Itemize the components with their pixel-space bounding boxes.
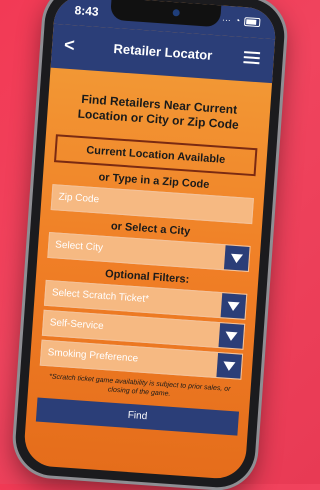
notch: [110, 0, 222, 28]
status-time: 8:43: [74, 3, 100, 19]
chevron-down-icon: [218, 323, 245, 349]
form-heading: Find Retailers Near Current Location or …: [77, 91, 240, 132]
camera-icon: [172, 9, 180, 17]
chevron-down-icon: [223, 245, 250, 271]
wifi-icon: ◔: [234, 15, 241, 26]
signal-icon: ···: [221, 14, 232, 26]
status-icons: ··· ◔: [222, 14, 261, 27]
chevron-down-icon: [220, 293, 247, 319]
hamburger-menu-icon[interactable]: [243, 51, 261, 65]
phone-frame: 8:43 ··· ◔ < Retailer Locator Find Retai…: [13, 0, 287, 490]
page-title: Retailer Locator: [113, 41, 213, 63]
battery-icon: [243, 16, 261, 27]
locator-form: Find Retailers Near Current Location or …: [35, 90, 261, 436]
find-button[interactable]: Find: [35, 397, 240, 436]
phone-screen: 8:43 ··· ◔ < Retailer Locator Find Retai…: [22, 0, 278, 481]
chevron-down-icon: [216, 353, 243, 379]
